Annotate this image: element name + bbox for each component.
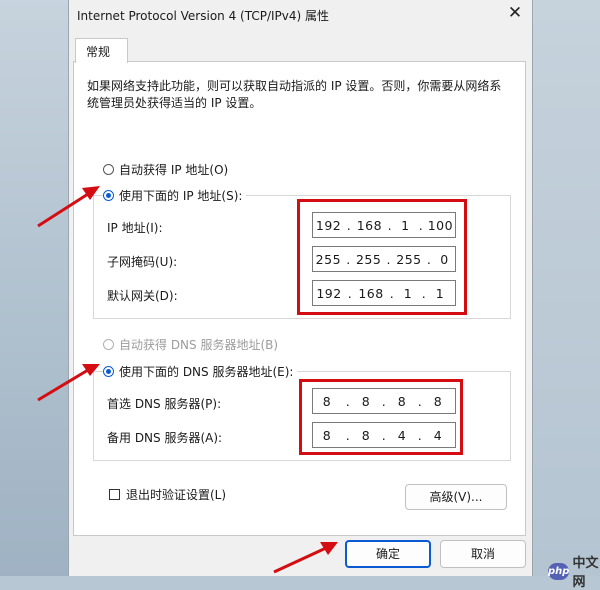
watermark-text: 中文网 (572, 556, 599, 590)
radio-manual-dns-label: 使用下面的 DNS 服务器地址(E): (119, 365, 294, 379)
radio-auto-dns-label: 自动获得 DNS 服务器地址(B) (119, 338, 279, 352)
radio-manual-dns-circle[interactable] (103, 366, 114, 377)
validate-on-exit-checkbox[interactable]: 退出时验证设置(L) (109, 486, 226, 503)
window-title: Internet Protocol Version 4 (TCP/IPv4) 属… (77, 9, 330, 23)
radio-manual-ip[interactable]: 使用下面的 IP 地址(S): (103, 187, 247, 204)
tab-general[interactable]: 常规 (75, 38, 128, 63)
arrow-to-manual-dns-icon (37, 364, 100, 402)
description-text: 如果网络支持此功能，则可以获取自动指派的 IP 设置。否则，你需要从网络系统管理… (87, 79, 502, 110)
ip-fields-highlight-box (297, 199, 467, 315)
ok-button[interactable]: 确定 (345, 540, 431, 568)
preferred-dns-label: 首选 DNS 服务器(P): (107, 397, 222, 411)
radio-manual-ip-circle[interactable] (103, 190, 114, 201)
close-icon[interactable]: ✕ (506, 4, 524, 22)
radio-manual-ip-label: 使用下面的 IP 地址(S): (119, 189, 243, 203)
subnet-mask-label: 子网掩码(U): (107, 255, 178, 269)
radio-auto-ip-label: 自动获得 IP 地址(O) (119, 163, 229, 177)
radio-auto-dns-circle (103, 339, 114, 350)
default-gateway-label: 默认网关(D): (107, 289, 178, 303)
radio-manual-dns[interactable]: 使用下面的 DNS 服务器地址(E): (103, 363, 298, 380)
ip-address-label: IP 地址(I): (107, 221, 163, 235)
php-logo: php (548, 562, 570, 580)
alternate-dns-label: 备用 DNS 服务器(A): (107, 431, 223, 445)
site-watermark: php 中文网 (548, 552, 600, 590)
arrow-to-ok-button-icon (273, 542, 338, 574)
tab-general-label: 常规 (86, 45, 111, 59)
radio-auto-ip[interactable]: 自动获得 IP 地址(O) (103, 161, 228, 178)
radio-auto-ip-circle[interactable] (103, 164, 114, 175)
arrow-to-manual-ip-icon (37, 186, 100, 228)
tcpip-properties-dialog: Internet Protocol Version 4 (TCP/IPv4) 属… (68, 0, 533, 576)
validate-on-exit-box[interactable] (109, 489, 120, 500)
desktop-background-right (530, 0, 600, 576)
radio-auto-dns: 自动获得 DNS 服务器地址(B) (103, 336, 278, 353)
advanced-button[interactable]: 高级(V)... (405, 484, 507, 510)
desktop-background-left (0, 0, 70, 576)
validate-on-exit-label: 退出时验证设置(L) (126, 488, 227, 502)
cancel-button[interactable]: 取消 (440, 540, 526, 568)
dns-fields-highlight-box (299, 379, 463, 455)
